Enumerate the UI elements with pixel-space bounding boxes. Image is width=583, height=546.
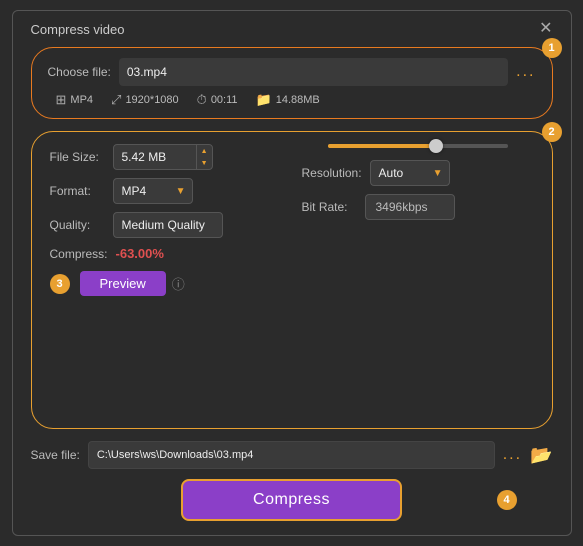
settings-section: 2 File Size: 5.42 MB ▲ ▼ For <box>31 131 553 429</box>
dialog: Compress video ✕ 1 Choose file: 03.mp4 .… <box>12 10 572 536</box>
compress-section: Compress 4 <box>31 479 553 521</box>
quality-box[interactable]: Medium Quality <box>113 212 223 238</box>
compress-percent: -63.00% <box>116 246 164 261</box>
bitrate-label: Bit Rate: <box>302 200 357 214</box>
meta-resolution: ⤢ 1920*1080 <box>111 92 179 108</box>
step-badge-1: 1 <box>542 38 562 58</box>
close-button[interactable]: ✕ <box>539 21 552 37</box>
save-path[interactable]: C:\Users\ws\Downloads\03.mp4 <box>88 441 495 469</box>
compress-button[interactable]: Compress <box>181 479 402 521</box>
format-dropdown-arrow: ▼ <box>170 186 192 197</box>
save-file-section: Save file: C:\Users\ws\Downloads\03.mp4 … <box>31 441 553 469</box>
compress-label: Compress: <box>50 247 108 261</box>
file-size-spinner[interactable]: 5.42 MB ▲ ▼ <box>113 144 213 170</box>
resolution-value: Auto <box>371 166 427 180</box>
step-badge-2: 2 <box>542 122 562 142</box>
info-icon[interactable]: ⓘ <box>172 274 185 293</box>
bitrate-row: Bit Rate: 3496kbps <box>302 194 534 220</box>
quality-row: Quality: Medium Quality <box>50 212 282 238</box>
preview-row: 3 Preview ⓘ <box>50 271 282 296</box>
title-bar: Compress video ✕ <box>31 21 553 37</box>
choose-file-dots-button[interactable]: ... <box>516 63 535 81</box>
preview-button[interactable]: Preview <box>80 271 166 296</box>
meta-duration-value: 00:11 <box>211 94 238 106</box>
step-badge-3: 3 <box>50 274 70 294</box>
spinner-arrows: ▲ ▼ <box>196 145 212 169</box>
file-size-row: File Size: 5.42 MB ▲ ▼ <box>50 144 282 170</box>
format-label: Format: <box>50 184 105 198</box>
quality-slider-track[interactable] <box>328 144 508 148</box>
file-meta: ⊞ MP4 ⤢ 1920*1080 ⏱ 00:11 📁 14.88MB <box>48 92 536 108</box>
settings-left: File Size: 5.42 MB ▲ ▼ Format: MP4 ▼ <box>50 144 282 296</box>
resolution-icon: ⤢ <box>111 92 121 108</box>
slider-fill <box>328 144 436 148</box>
meta-filesize-value: 14.88MB <box>276 94 320 106</box>
meta-filesize: 📁 14.88MB <box>256 92 320 108</box>
meta-format-value: MP4 <box>70 94 93 106</box>
save-path-text: C:\Users\ws\Downloads\03.mp4 <box>97 449 254 461</box>
step-badge-4: 4 <box>497 490 517 510</box>
spin-up-button[interactable]: ▲ <box>197 145 212 157</box>
save-dots-button[interactable]: ... <box>503 446 522 464</box>
compress-row: Compress: -63.00% <box>50 246 282 261</box>
clock-icon: ⏱ <box>197 92 207 108</box>
format-row: Format: MP4 ▼ <box>50 178 282 204</box>
spin-down-button[interactable]: ▼ <box>197 157 212 169</box>
format-icon: ⊞ <box>56 92 67 108</box>
open-folder-icon[interactable]: 📂 <box>530 445 552 466</box>
slider-row <box>302 144 534 152</box>
resolution-dropdown[interactable]: Auto ▼ <box>370 160 450 186</box>
dialog-title: Compress video <box>31 22 125 37</box>
resolution-row: Resolution: Auto ▼ <box>302 160 534 186</box>
meta-resolution-value: 1920*1080 <box>125 94 178 106</box>
slider-thumb[interactable] <box>429 139 443 153</box>
quality-label: Quality: <box>50 218 105 232</box>
file-input[interactable]: 03.mp4 <box>119 58 508 86</box>
format-value: MP4 <box>114 184 170 198</box>
filename-text: 03.mp4 <box>127 65 167 79</box>
choose-row: Choose file: 03.mp4 ... <box>48 58 536 86</box>
bitrate-text: 3496kbps <box>376 200 428 214</box>
bitrate-value: 3496kbps <box>365 194 455 220</box>
meta-format: ⊞ MP4 <box>56 92 94 108</box>
settings-body: File Size: 5.42 MB ▲ ▼ Format: MP4 ▼ <box>50 144 534 296</box>
resolution-dropdown-arrow: ▼ <box>427 168 449 179</box>
save-label: Save file: <box>31 448 80 462</box>
meta-duration: ⏱ 00:11 <box>197 92 238 108</box>
settings-right: Resolution: Auto ▼ Bit Rate: 3496kbps <box>302 144 534 296</box>
choose-label: Choose file: <box>48 65 111 79</box>
choose-file-section: 1 Choose file: 03.mp4 ... ⊞ MP4 ⤢ 1920*1… <box>31 47 553 119</box>
folder-meta-icon: 📁 <box>256 92 272 108</box>
file-size-label: File Size: <box>50 150 105 164</box>
quality-value: Medium Quality <box>122 218 205 232</box>
resolution-label: Resolution: <box>302 166 362 180</box>
file-size-value: 5.42 MB <box>114 150 196 164</box>
format-dropdown[interactable]: MP4 ▼ <box>113 178 193 204</box>
